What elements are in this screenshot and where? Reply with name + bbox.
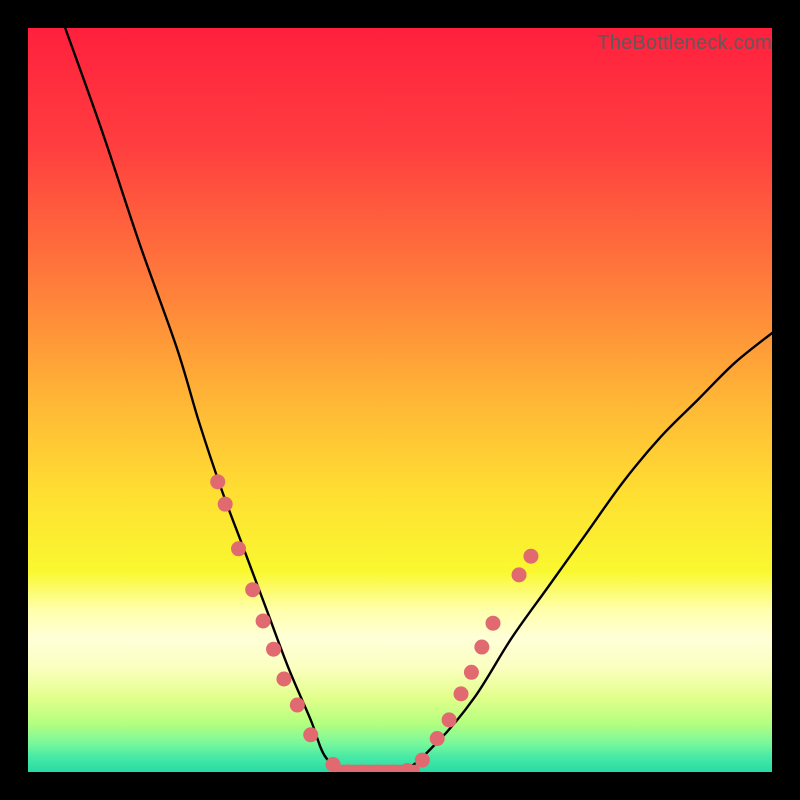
plot-area: TheBottleneck.com [28,28,772,772]
highlight-dot [303,727,318,742]
curve-layer [28,28,772,772]
highlight-dot [442,712,457,727]
highlight-dot [290,698,305,713]
highlight-dot [276,672,291,687]
highlight-dot [415,753,430,768]
highlight-dot [231,541,246,556]
highlight-dot [523,549,538,564]
highlight-dot [430,731,445,746]
bottleneck-curve [65,28,772,772]
highlight-dot [512,567,527,582]
highlight-dot [464,665,479,680]
highlight-dot [454,686,469,701]
chart-frame: TheBottleneck.com [0,0,800,800]
highlight-dot [218,497,233,512]
highlight-dot [256,613,271,628]
highlight-dot [266,642,281,657]
highlight-dot [326,757,341,772]
highlight-dot [245,582,260,597]
highlight-dots [210,474,538,772]
highlight-dot [474,640,489,655]
highlight-dot [210,474,225,489]
highlight-dot [486,616,501,631]
